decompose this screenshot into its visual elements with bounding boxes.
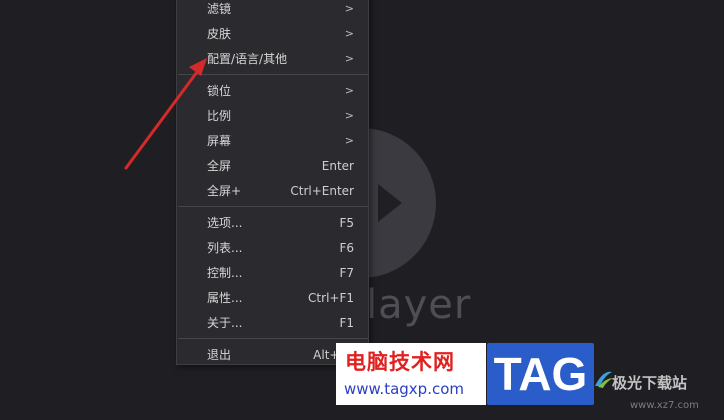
brand-logo-icon — [595, 371, 613, 388]
watermark-brand: 极光下载站 — [612, 374, 688, 392]
watermark-tag-logo: TAG — [487, 343, 594, 405]
watermark-brand-url: www.xz7.com — [630, 400, 699, 411]
watermark-url: www.tagxp.com — [344, 380, 464, 398]
watermark-site-name: 电脑技术网 — [345, 350, 455, 374]
